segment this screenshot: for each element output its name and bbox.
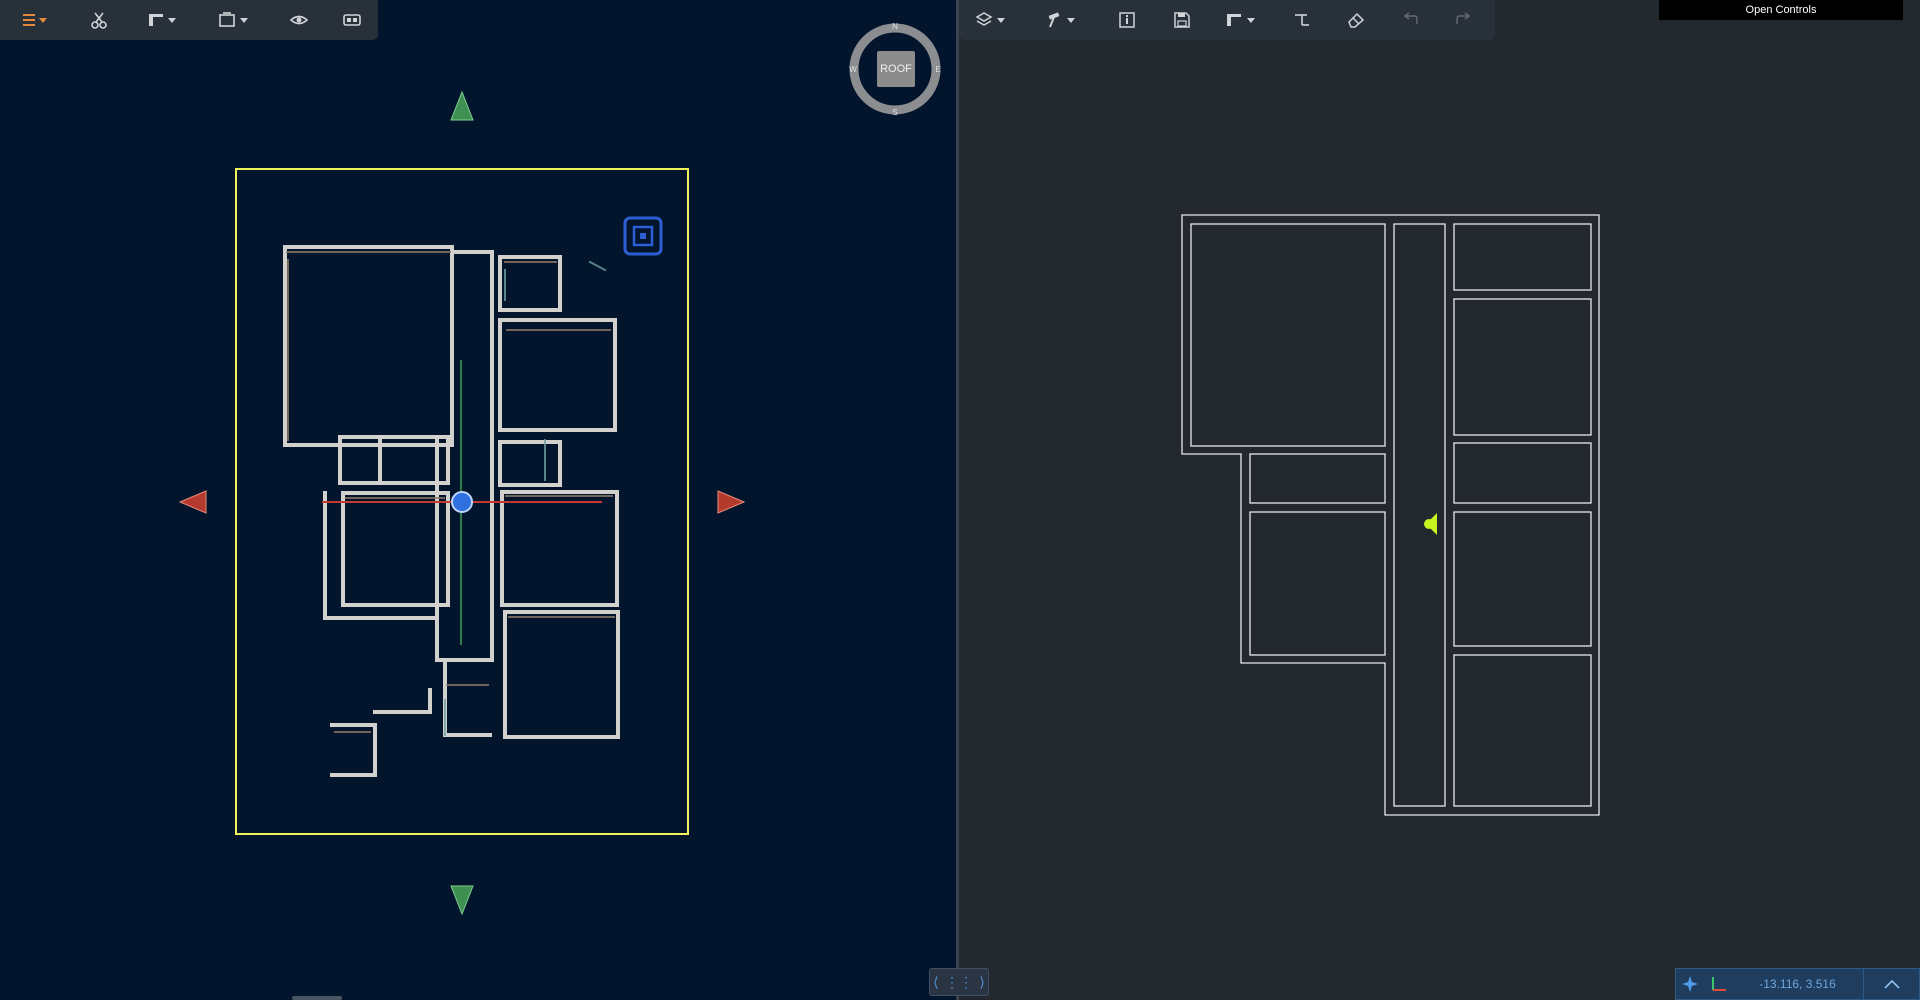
- save-icon: [1174, 12, 1190, 28]
- undo-icon: [1403, 12, 1418, 24]
- floor-plan-canvas[interactable]: [959, 0, 1920, 1000]
- horizontal-scroll-thumb[interactable]: [292, 996, 342, 1000]
- expand-panel-button[interactable]: [1864, 969, 1919, 999]
- app-window: N S E W ROOF Open Controls ⟨ ⋮⋮ ⟩ -13.11…: [0, 0, 1920, 1000]
- point-cloud-canvas[interactable]: [0, 0, 956, 1000]
- status-bar: -13.116, 3.516: [1675, 968, 1920, 1000]
- room-large-left: [1190, 223, 1386, 447]
- redo-button[interactable]: [1437, 0, 1491, 40]
- visibility-button[interactable]: [272, 0, 326, 40]
- floorplan-icon: [149, 14, 176, 26]
- box-icon: [219, 12, 248, 27]
- room-right-3: [1453, 442, 1592, 504]
- left-toolbar: [0, 0, 378, 40]
- room-right-4: [1453, 511, 1592, 647]
- panel-icon: [343, 14, 361, 26]
- panel-button[interactable]: [326, 0, 378, 40]
- floorplan-icon: [1227, 14, 1255, 26]
- redo-icon: [1456, 12, 1471, 24]
- right-toolbar: [959, 0, 1495, 40]
- measure-icon: [1295, 14, 1309, 26]
- room-medium-left: [1249, 511, 1386, 656]
- eye-icon: [289, 15, 309, 25]
- floorplan-dropdown-right[interactable]: [1209, 0, 1275, 40]
- compass-west-label: W: [849, 65, 857, 74]
- menu-icon: [23, 14, 47, 26]
- axes-button[interactable]: [1704, 969, 1732, 999]
- room-right-2: [1453, 298, 1592, 436]
- chevron-left-icon[interactable]: ⟨: [933, 974, 938, 991]
- pane-splitter-control[interactable]: ⟨ ⋮⋮ ⟩: [929, 968, 989, 996]
- hammer-icon: [1048, 12, 1075, 28]
- menu-button[interactable]: [0, 0, 70, 40]
- floorplan-dropdown[interactable]: [128, 0, 198, 40]
- axes-icon: [1712, 977, 1726, 991]
- pan-left-arrow: [178, 490, 207, 514]
- roof-view-button[interactable]: ROOF: [877, 51, 915, 87]
- point-cloud-viewport[interactable]: N S E W ROOF: [0, 0, 956, 1000]
- camera-position-marker: [1424, 513, 1437, 535]
- chevron-up-icon: [1883, 979, 1900, 989]
- save-button[interactable]: [1155, 0, 1209, 40]
- open-controls-button[interactable]: Open Controls: [1659, 0, 1903, 20]
- compass-east-label: E: [935, 65, 940, 74]
- layers-dropdown[interactable]: [959, 0, 1025, 40]
- sparkle-icon: [1682, 976, 1698, 992]
- target-icon: [623, 216, 663, 256]
- chevron-right-icon[interactable]: ⟩: [979, 974, 984, 991]
- coordinate-readout: -13.116, 3.516: [1759, 977, 1836, 991]
- floor-plan-viewport[interactable]: [959, 0, 1920, 1000]
- pan-up-arrow: [450, 90, 474, 121]
- cursor-position-marker: [451, 491, 473, 513]
- cut-button[interactable]: [70, 0, 128, 40]
- point-cloud-walls: [283, 245, 620, 777]
- corridor: [1393, 223, 1446, 807]
- pan-down-arrow: [450, 885, 474, 916]
- measure-button[interactable]: [1275, 0, 1329, 40]
- drag-handle-icon[interactable]: ⋮⋮: [945, 974, 973, 991]
- compass-south-label: S: [892, 108, 897, 116]
- snap-button[interactable]: [1676, 969, 1704, 999]
- info-button[interactable]: [1099, 0, 1155, 40]
- compass-north-label: N: [892, 22, 898, 31]
- room-right-5: [1453, 654, 1592, 807]
- floor-plan-walls: [1181, 214, 1600, 816]
- room-right-1: [1453, 223, 1592, 291]
- eraser-icon: [1348, 12, 1365, 28]
- scissors-icon: [91, 12, 107, 29]
- undo-button[interactable]: [1383, 0, 1437, 40]
- pan-right-arrow: [717, 490, 746, 514]
- layers-icon: [975, 12, 1005, 26]
- tools-dropdown[interactable]: [1025, 0, 1099, 40]
- outer-wall: [1181, 214, 1600, 816]
- room-small-left: [1249, 453, 1386, 504]
- eraser-button[interactable]: [1329, 0, 1383, 40]
- info-icon: [1119, 12, 1135, 28]
- box-dropdown[interactable]: [198, 0, 272, 40]
